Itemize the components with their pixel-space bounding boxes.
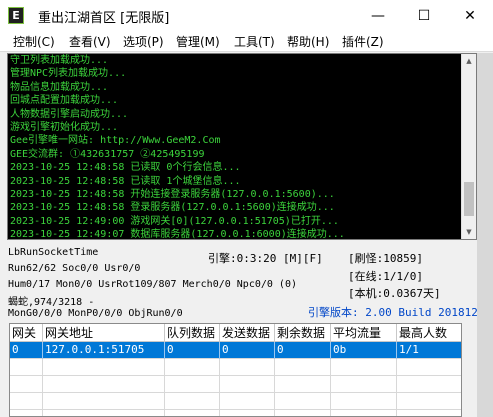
window-title: 重出江湖首区 [无限版] <box>38 11 170 26</box>
log-console[interactable]: 守卫列表加载成功... 管理NPC列表加载成功... 物品信息加载成功... 回… <box>7 53 477 240</box>
minimize-icon: — <box>371 7 385 24</box>
grid-line <box>219 359 220 416</box>
scroll-thumb[interactable] <box>464 182 474 216</box>
engine-version-text: 引擎版本: 2.00 Build 20181229 <box>308 306 492 319</box>
maximize-icon: ☐ <box>417 7 431 24</box>
table-row-empty <box>10 376 461 393</box>
log-line: 2023-10-25 12:48:58 已读取 1个城堡信息... <box>10 175 241 187</box>
mon-stats-text: MonG0/0/0 MonP0/0/0 ObjRun0/0 <box>8 308 183 319</box>
app-icon: E <box>8 7 24 24</box>
cell-address: 127.0.0.1:51705 <box>43 342 165 359</box>
close-button[interactable]: ✕ <box>447 0 493 31</box>
minimize-button[interactable]: — <box>355 0 401 31</box>
refresh-count-text: [刷怪:10859] <box>348 252 423 265</box>
column-header-sent[interactable]: 发送数据 <box>220 324 275 342</box>
monster-stats-text: 蝎蛇,974/3218 - <box>8 297 95 308</box>
log-line: 2023-10-25 12:49:07 数据库服务器(127.0.0.1:600… <box>10 229 345 240</box>
scroll-down-icon[interactable]: ▼ <box>462 225 476 239</box>
maximize-button[interactable]: ☐ <box>401 0 447 31</box>
cell-sent: 0 <box>220 342 275 359</box>
grid-line <box>274 359 275 416</box>
close-icon: ✕ <box>464 7 476 24</box>
column-header-avg-traffic[interactable]: 平均流量 <box>331 324 397 342</box>
log-line: 管理NPC列表加载成功... <box>10 68 127 80</box>
column-header-remaining[interactable]: 剩余数据 <box>275 324 331 342</box>
local-days-text: [本机:0.0367天] <box>348 287 441 300</box>
table-row-empty <box>10 393 461 410</box>
log-line: 2023-10-25 12:48:58 登录服务器(127.0.0.1:5600… <box>10 202 335 214</box>
title-bar: E 重出江湖首区 [无限版] — ☐ ✕ <box>0 0 493 31</box>
menu-options[interactable]: 选项(P) <box>123 33 164 50</box>
grid-line <box>330 359 331 416</box>
menu-help[interactable]: 帮助(H) <box>287 33 329 50</box>
scroll-up-icon[interactable]: ▲ <box>462 54 476 68</box>
column-header-address[interactable]: 网关地址 <box>43 324 165 342</box>
cell-queue: 0 <box>165 342 220 359</box>
grid-line <box>164 359 165 416</box>
cell-max-users: 1/1 <box>397 342 461 359</box>
table-row[interactable]: 0 127.0.0.1:51705 0 0 0 0b 1/1 <box>10 342 461 359</box>
grid-line <box>42 359 43 416</box>
cell-remaining: 0 <box>275 342 331 359</box>
cell-avg-traffic: 0b <box>331 342 397 359</box>
menu-tools[interactable]: 工具(T) <box>234 33 275 50</box>
column-header-gateway[interactable]: 网关 <box>10 324 43 342</box>
hum-stats-text: Hum0/17 Mon0/0 UsrRot109/807 Merch0/0 Np… <box>8 279 297 290</box>
run-stats-text: Run62/62 Soc0/0 Usr0/0 <box>8 263 141 274</box>
log-line: 人物数据引擎启动成功... <box>10 108 129 120</box>
log-line: 回城点配置加载成功... <box>10 95 119 107</box>
status-panel: LbRunSocketTime Run62/62 Soc0/0 Usr0/0 H… <box>0 241 493 323</box>
menu-control[interactable]: 控制(C) <box>13 33 55 50</box>
gateway-table[interactable]: 网关 网关地址 队列数据 发送数据 剩余数据 平均流量 最高人数 0 127.0… <box>9 323 462 417</box>
menu-plugins[interactable]: 插件(Z) <box>342 33 384 50</box>
menu-bar: 控制(C) 查看(V) 选项(P) 管理(M) 工具(T) 帮助(H) 插件(Z… <box>0 31 493 52</box>
engine-uptime-text: 引擎:0:3:20 [M][F] <box>208 252 323 265</box>
window-edge <box>477 53 493 417</box>
log-line: 2023-10-25 12:48:58 已读取 0个行会信息... <box>10 162 241 174</box>
menu-manage[interactable]: 管理(M) <box>176 33 220 50</box>
grid-line <box>396 359 397 416</box>
log-line: 2023-10-25 12:49:00 游戏网关[0](127.0.0.1:51… <box>10 215 339 227</box>
menu-view[interactable]: 查看(V) <box>69 33 111 50</box>
column-header-max-users[interactable]: 最高人数 <box>397 324 461 342</box>
log-line: 守卫列表加载成功... <box>10 55 109 66</box>
cell-gateway: 0 <box>10 342 43 359</box>
column-header-queue[interactable]: 队列数据 <box>165 324 220 342</box>
console-scrollbar[interactable]: ▲ ▼ <box>461 54 476 239</box>
socket-time-text: LbRunSocketTime <box>8 247 99 258</box>
log-line: Gee引擎唯一网站: http://Www.GeeM2.Com <box>10 135 221 147</box>
online-count-text: [在线:1/1/0] <box>348 270 423 283</box>
log-line: 游戏引擎初始化成功... <box>10 121 119 133</box>
log-lines: 守卫列表加载成功... 管理NPC列表加载成功... 物品信息加载成功... 回… <box>10 54 462 240</box>
log-line: GEE交流群: ①432631757 ②425495199 <box>10 148 205 160</box>
log-line: 2023-10-25 12:48:58 开始连接登录服务器(127.0.0.1:… <box>10 188 335 200</box>
table-row-empty <box>10 359 461 376</box>
log-line: 物品信息加载成功... <box>10 81 109 93</box>
